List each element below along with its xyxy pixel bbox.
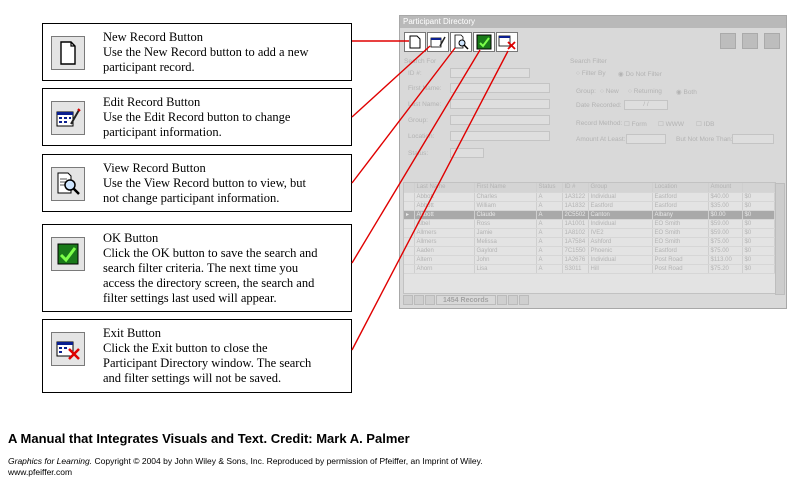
connector-view [351, 47, 456, 184]
connector-edit [351, 45, 431, 118]
credit-text: Copyright © 2004 by John Wiley & Sons, I… [92, 456, 483, 466]
connector-lines [351, 40, 509, 351]
caption-title: A Manual that Integrates Visuals and Tex… [8, 431, 410, 446]
connector-ok [351, 49, 481, 264]
book-title: Graphics for Learning. [8, 456, 93, 466]
caption-credit: Graphics for Learning. Copyright © 2004 … [8, 456, 483, 466]
caption-url: www.pfeiffer.com [8, 467, 73, 477]
